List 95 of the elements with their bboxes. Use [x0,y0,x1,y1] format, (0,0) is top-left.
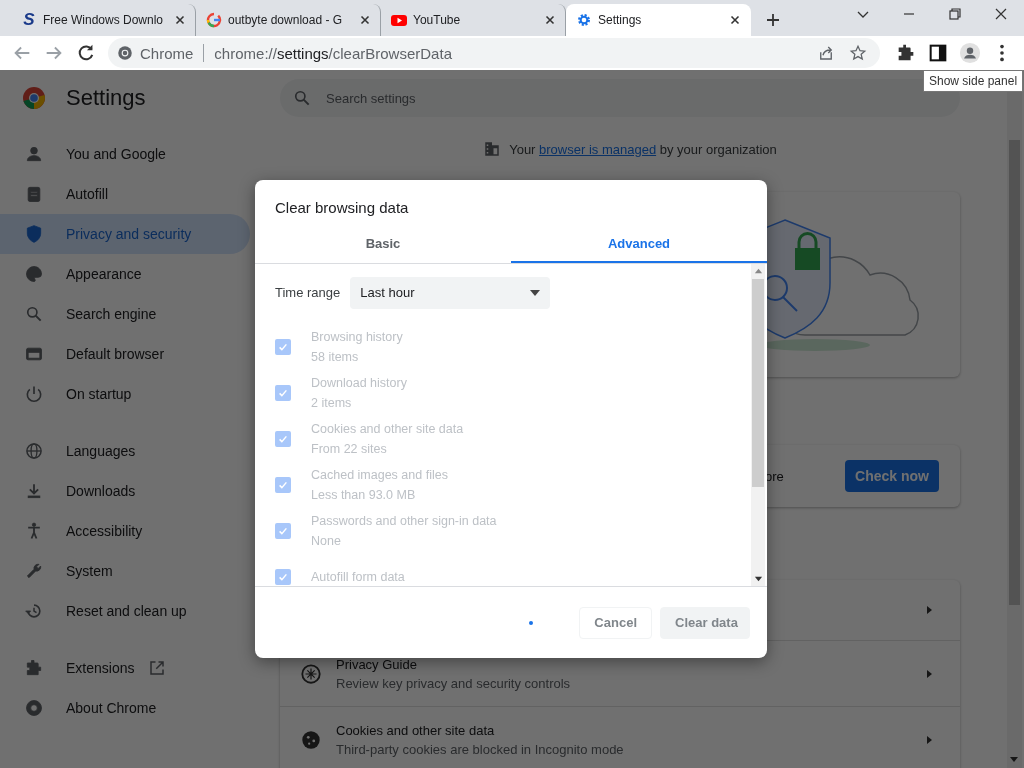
browser-tab[interactable]: outbyte download - G [196,4,381,36]
page-title: Settings [66,85,146,111]
sidebar-item-icon [24,264,44,284]
tab-title: YouTube [413,13,462,27]
sidebar-item[interactable]: Search engine [0,294,250,334]
gear-icon [576,12,592,28]
star-icon[interactable] [849,44,867,62]
sidebar-item[interactable]: On startup [0,374,250,414]
site-label: Chrome [140,44,194,62]
close-icon[interactable] [728,13,742,27]
option-detail: Less than 93.0 MB [311,488,417,502]
scroll-down-icon[interactable] [753,574,763,583]
sidebar-item-icon [24,441,44,461]
option-label: Cached images and files [311,468,448,482]
browser-tab[interactable]: S Free Windows Downlo [11,4,196,36]
close-icon[interactable] [358,13,372,27]
managed-link[interactable]: browser is managed [539,141,657,157]
check-now-button[interactable]: Check now [845,460,939,492]
sidebar-item-icon [24,601,44,621]
sidebar-item[interactable]: Default browser [0,334,250,374]
close-icon[interactable] [993,6,1009,22]
sidebar-item[interactable]: Extensions [0,648,250,688]
browser-tab[interactable]: YouTube [381,4,566,36]
option-detail: 2 items [311,396,353,410]
sidebar-item-icon [24,658,44,678]
sidebar-item-icon [24,561,44,581]
option-detail: 58 items [311,350,360,364]
restore-icon[interactable] [947,6,963,22]
row-subtitle: Third-party cookies are blocked in Incognito mode [336,741,624,757]
dialog-tab[interactable]: Basic [255,225,511,263]
caret-icon [530,289,541,296]
browser-tab[interactable]: Settings [566,4,751,36]
profile-avatar-icon[interactable] [959,42,981,64]
dialog-tab[interactable]: Advanced [511,225,767,263]
time-range-label: Time range [275,285,341,300]
building-icon [483,140,502,158]
browser-logo-icon [22,86,46,110]
sidebar-item[interactable]: System [0,551,250,591]
g-logo-icon [206,12,222,28]
sidebar-item[interactable]: Accessibility [0,511,250,551]
tab-title: Settings [598,13,643,27]
sidebar-item[interactable]: Languages [0,431,250,471]
check-icon [277,387,289,399]
browser-logo-icon [116,44,134,62]
side-panel-icon[interactable] [927,42,949,64]
check-icon [277,479,289,491]
option-label: Browsing history [311,330,403,344]
tab-title: outbyte download - G [228,13,344,27]
scrollbar[interactable] [751,264,765,586]
option-label: Passwords and other sign-in data [311,514,497,528]
sidebar-item[interactable]: About Chrome [0,688,250,728]
dialog-title: Clear browsing data [274,198,410,218]
arrow-right-icon[interactable] [924,668,934,679]
cookie-icon [300,728,322,751]
sidebar-item[interactable]: Autofill [0,174,250,214]
tab-title: Free Windows Downlo [43,13,165,27]
close-icon[interactable] [543,13,557,27]
close-icon[interactable] [173,13,187,27]
option-label: Autofill form data [311,570,405,584]
option-label: Download history [311,376,407,390]
new-tab-icon[interactable] [765,12,781,28]
sidebar-item[interactable]: Privacy and security [0,214,250,254]
play-logo-icon [391,12,407,28]
sidebar-item-icon [24,698,44,718]
row-subtitle: Review key privacy and security controls [336,675,571,691]
option-detail: None [311,534,342,548]
arrow-right-icon[interactable] [924,605,934,615]
sidebar-item[interactable]: Downloads [0,471,250,511]
managed-notice: Your browser is managed by your organization [509,141,777,157]
search-icon [292,88,312,108]
sidebar-item[interactable]: You and Google [0,134,250,174]
sidebar-item-icon [24,224,44,244]
check-icon [277,525,289,537]
sidebar-item-icon [24,144,44,164]
address-bar[interactable]: Chrome chrome://settings/clearBrowserData [108,38,880,68]
check-icon [277,571,289,583]
time-range-dropdown[interactable]: Last hour [350,276,551,309]
check-icon [277,341,289,353]
option-label: Cookies and other site data [311,422,464,436]
row-title: Cookies and other site data [336,722,496,738]
favicon-letter: S [22,12,36,28]
option-detail: From 22 sites [311,442,388,456]
check-icon [277,433,289,445]
sidebar-item[interactable]: Reset and clean up [0,591,250,631]
share-icon[interactable] [817,44,835,62]
arrow-right-icon[interactable] [924,734,934,745]
scroll-up-icon[interactable] [753,267,763,276]
compass-icon [300,662,322,685]
row-title: Privacy Guide [336,656,418,672]
sidebar-item[interactable]: Appearance [0,254,250,294]
scrollbar-thumb[interactable] [752,279,764,487]
sidebar-item-icon [24,384,44,404]
url-text: chrome://settings/clearBrowserData [214,44,452,62]
sidebar-item-icon [24,304,44,324]
tooltip: Show side panel [923,70,1024,92]
